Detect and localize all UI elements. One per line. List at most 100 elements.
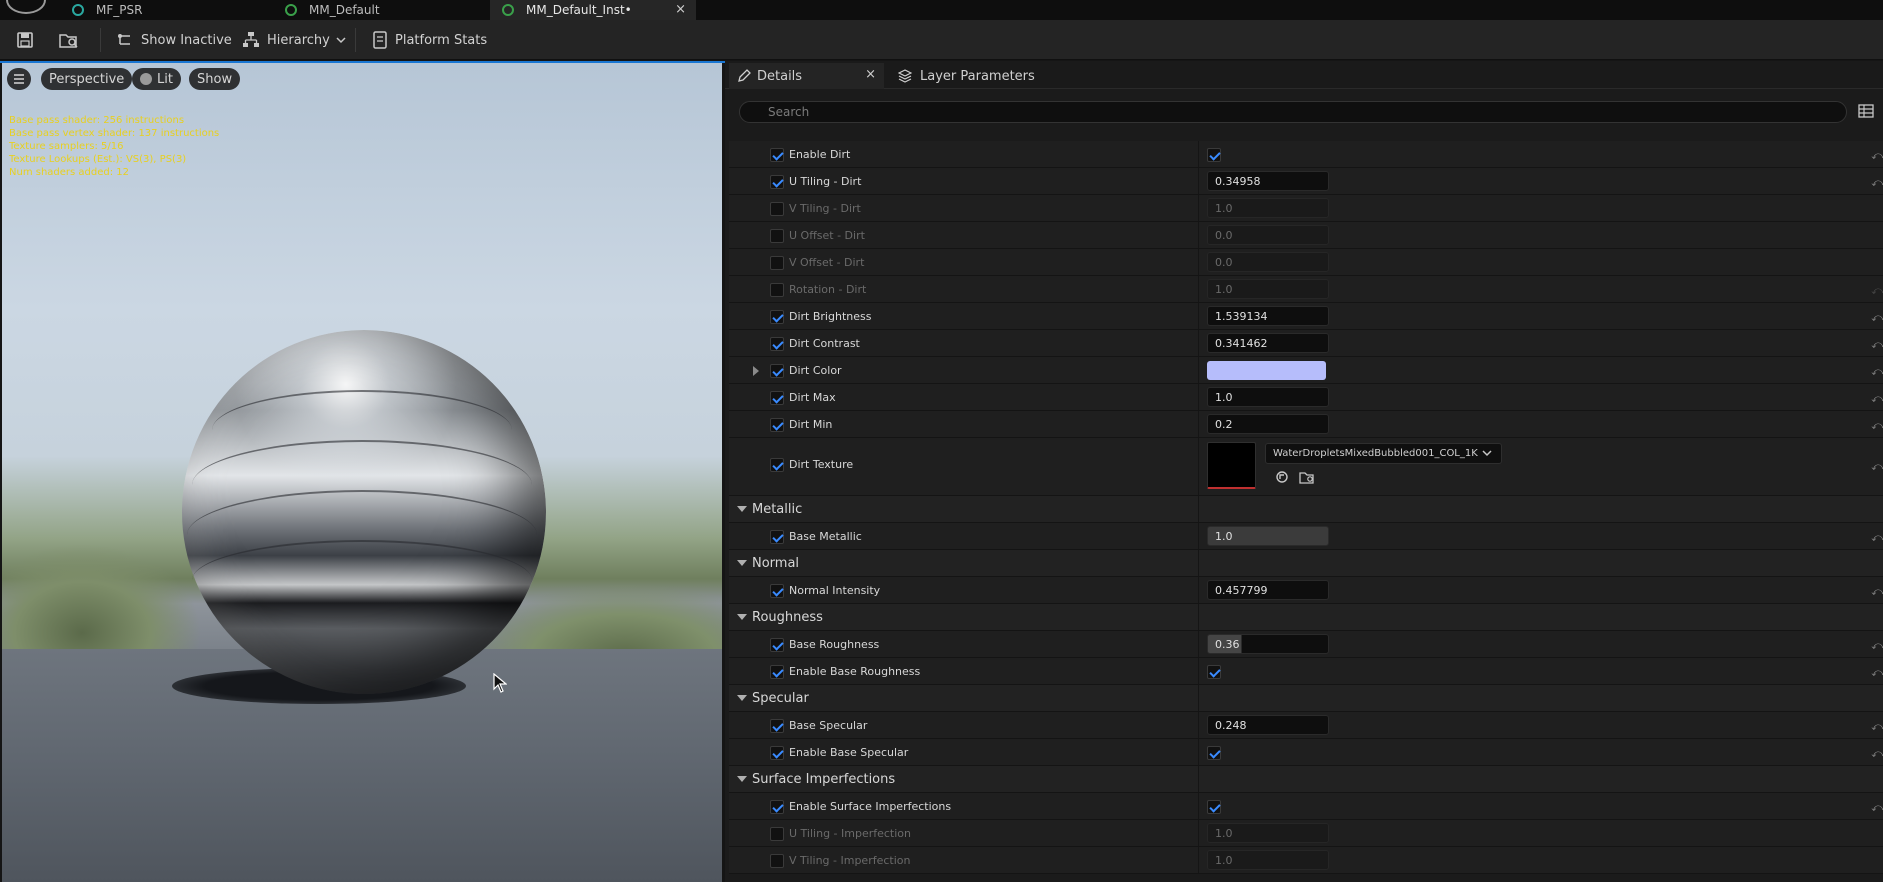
reset-arrow-icon[interactable]: ⤺ xyxy=(1871,801,1883,815)
param-row-base-specular: Base Specular 0.248 ⤺ xyxy=(729,712,1883,739)
reset-arrow-icon[interactable]: ⤺ xyxy=(1871,365,1883,379)
value-field[interactable]: 1.0 xyxy=(1207,279,1329,299)
override-checkbox[interactable] xyxy=(770,256,784,270)
param-label: Base Specular xyxy=(789,719,868,732)
perspective-button[interactable]: Perspective xyxy=(41,68,133,90)
override-checkbox[interactable] xyxy=(770,854,784,868)
collapse-arrow-icon xyxy=(737,506,747,512)
value-field[interactable]: 0.0 xyxy=(1207,225,1329,245)
hierarchy-dropdown[interactable]: Hierarchy xyxy=(242,20,354,60)
category-surface-imperfections[interactable]: Surface Imperfections xyxy=(729,766,1883,793)
category-metallic[interactable]: Metallic xyxy=(729,496,1883,523)
reset-arrow-icon[interactable]: ⤺ xyxy=(1871,284,1883,298)
value-checkbox[interactable] xyxy=(1207,800,1221,814)
override-checkbox[interactable] xyxy=(770,458,784,472)
override-checkbox[interactable] xyxy=(770,337,784,351)
override-checkbox[interactable] xyxy=(770,310,784,324)
reset-arrow-icon[interactable]: ⤺ xyxy=(1871,639,1883,653)
value-slider[interactable]: 1.0 xyxy=(1207,526,1329,546)
browse-button[interactable] xyxy=(58,20,87,60)
unreal-logo-icon[interactable] xyxy=(6,0,46,14)
value-field[interactable]: 1.0 xyxy=(1207,387,1329,407)
find-in-browser-icon xyxy=(59,34,78,48)
override-checkbox[interactable] xyxy=(770,364,784,378)
column-divider xyxy=(1198,276,1199,302)
override-checkbox[interactable] xyxy=(770,665,784,679)
override-checkbox[interactable] xyxy=(770,746,784,760)
close-details-icon[interactable]: × xyxy=(865,67,876,82)
value-field[interactable]: 1.0 xyxy=(1207,823,1329,843)
table-view-icon[interactable] xyxy=(1858,104,1874,118)
show-inactive-button[interactable]: Show Inactive xyxy=(116,20,232,60)
value-field[interactable]: 1.0 xyxy=(1207,850,1329,870)
viewport-menu-button[interactable] xyxy=(7,68,31,90)
reset-arrow-icon[interactable]: ⤺ xyxy=(1871,419,1883,433)
value-field[interactable]: 0.2 xyxy=(1207,414,1329,434)
category-roughness[interactable]: Roughness xyxy=(729,604,1883,631)
browse-asset-icon[interactable] xyxy=(1299,470,1315,484)
show-flags-button[interactable]: Show xyxy=(189,68,241,90)
texture-thumbnail[interactable] xyxy=(1207,442,1256,489)
override-checkbox[interactable] xyxy=(770,229,784,243)
value-checkbox[interactable] xyxy=(1207,665,1221,679)
value-field[interactable]: 1.539134 xyxy=(1207,306,1329,326)
value-field[interactable]: 0.248 xyxy=(1207,715,1329,735)
document-tab-strip: MF_PSR MM_Default MM_Default_Inst• × xyxy=(0,0,1883,20)
value-slider[interactable]: 0.36 xyxy=(1207,634,1329,654)
override-checkbox[interactable] xyxy=(770,202,784,216)
expand-arrow-icon[interactable] xyxy=(753,366,759,376)
reset-arrow-icon[interactable]: ⤺ xyxy=(1871,747,1883,761)
close-tab-icon[interactable]: × xyxy=(675,2,686,17)
stat-line: Texture samplers: 5/16 xyxy=(9,141,124,152)
override-checkbox[interactable] xyxy=(770,391,784,405)
override-checkbox[interactable] xyxy=(770,530,784,544)
reset-arrow-icon[interactable]: ⤺ xyxy=(1871,149,1883,163)
reset-arrow-icon[interactable]: ⤺ xyxy=(1871,666,1883,680)
value-field[interactable]: 0.341462 xyxy=(1207,333,1329,353)
tab-mm-default[interactable]: MM_Default xyxy=(285,0,490,20)
override-checkbox[interactable] xyxy=(770,638,784,652)
lit-mode-button[interactable]: Lit xyxy=(132,68,181,90)
platform-stats-button[interactable]: Platform Stats xyxy=(372,20,487,60)
value-field[interactable]: 0.34958 xyxy=(1207,171,1329,191)
value-field[interactable]: 0.457799 xyxy=(1207,580,1329,600)
override-checkbox[interactable] xyxy=(770,584,784,598)
column-divider xyxy=(1198,577,1199,603)
search-input[interactable]: Search xyxy=(739,101,1847,123)
tab-mm-default-inst[interactable]: MM_Default_Inst• × xyxy=(490,0,696,20)
value-field[interactable]: 0.0 xyxy=(1207,252,1329,272)
override-checkbox[interactable] xyxy=(770,148,784,162)
save-button[interactable] xyxy=(16,20,41,60)
param-row-dirt-color: Dirt Color ⤺ xyxy=(729,357,1883,384)
color-swatch[interactable] xyxy=(1207,361,1326,380)
stat-line: Base pass vertex shader: 137 instruction… xyxy=(9,128,220,139)
reset-arrow-icon[interactable]: ⤺ xyxy=(1871,460,1883,474)
texture-asset-picker[interactable]: WaterDropletsMixedBubbled001_COL_1K xyxy=(1265,443,1502,464)
reset-arrow-icon[interactable]: ⤺ xyxy=(1871,392,1883,406)
reset-arrow-icon[interactable]: ⤺ xyxy=(1871,531,1883,545)
preview-viewport[interactable]: Perspective Lit Show Base pass shader: 2… xyxy=(2,63,722,882)
use-selected-asset-icon[interactable] xyxy=(1275,470,1289,484)
override-checkbox[interactable] xyxy=(770,827,784,841)
panel-tab-bar: Details × Layer Parameters xyxy=(725,61,1883,89)
reset-arrow-icon[interactable]: ⤺ xyxy=(1871,311,1883,325)
override-checkbox[interactable] xyxy=(770,175,784,189)
tab-layer-parameters[interactable]: Layer Parameters xyxy=(892,63,1035,89)
tab-mf-psr[interactable]: MF_PSR xyxy=(72,0,277,20)
override-checkbox[interactable] xyxy=(770,283,784,297)
override-checkbox[interactable] xyxy=(770,800,784,814)
reset-arrow-icon[interactable]: ⤺ xyxy=(1871,176,1883,190)
tab-details[interactable]: Details × xyxy=(729,63,884,89)
toolbar-divider xyxy=(355,28,356,52)
override-checkbox[interactable] xyxy=(770,418,784,432)
value-checkbox[interactable] xyxy=(1207,746,1221,760)
reset-arrow-icon[interactable]: ⤺ xyxy=(1871,338,1883,352)
category-normal[interactable]: Normal xyxy=(729,550,1883,577)
reset-arrow-icon[interactable]: ⤺ xyxy=(1871,720,1883,734)
reset-arrow-icon[interactable]: ⤺ xyxy=(1871,585,1883,599)
value-checkbox[interactable] xyxy=(1207,148,1221,162)
value-field[interactable]: 1.0 xyxy=(1207,198,1329,218)
override-checkbox[interactable] xyxy=(770,719,784,733)
category-specular[interactable]: Specular xyxy=(729,685,1883,712)
param-label: V Tiling - Dirt xyxy=(789,202,861,215)
